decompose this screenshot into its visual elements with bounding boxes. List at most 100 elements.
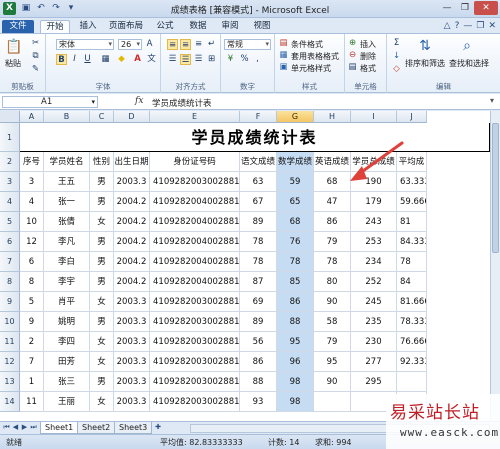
table-cell[interactable]: 78.33333 (397, 312, 427, 332)
table-cell[interactable]: 6 (20, 252, 44, 272)
number-format-select[interactable]: 常规 (224, 39, 271, 50)
formula-input[interactable]: 学员成绩统计表 (152, 97, 212, 109)
table-cell[interactable]: 86 (240, 352, 277, 372)
table-cell[interactable]: 李宇 (44, 272, 90, 292)
table-cell[interactable]: 80 (314, 272, 351, 292)
table-cell[interactable]: 张倩 (44, 212, 90, 232)
table-cell[interactable]: 56 (240, 332, 277, 352)
table-cell[interactable]: 68 (277, 212, 314, 232)
table-cell[interactable]: 41092820030028818 (150, 292, 240, 312)
table-cell[interactable]: 王丽 (44, 392, 90, 412)
sheet-title-cell[interactable]: 学员成绩统计表 (20, 123, 490, 152)
table-cell[interactable]: 95 (277, 332, 314, 352)
column-header[interactable]: I (351, 111, 397, 123)
delete-cells-icon[interactable]: ⊖ (347, 50, 358, 61)
sort-filter-button[interactable]: 排序和筛选 (405, 58, 445, 69)
sort-filter-icon[interactable]: ⇅ (415, 37, 435, 55)
row-header[interactable]: 3 (0, 172, 20, 192)
table-cell[interactable]: 59.66666 (397, 192, 427, 212)
row-header[interactable]: 8 (0, 272, 20, 292)
insert-sheet-icon[interactable]: ✚ (152, 423, 164, 431)
help-icon[interactable]: ? (455, 21, 460, 31)
table-cell[interactable]: 2003.3 (114, 312, 150, 332)
table-cell[interactable]: 2004.2 (114, 232, 150, 252)
table-cell[interactable]: 68 (314, 172, 351, 192)
table-cell[interactable]: 41092820040028812 (150, 192, 240, 212)
table-cell[interactable]: 78 (240, 252, 277, 272)
prev-sheet-icon[interactable]: ◀ (11, 423, 20, 431)
comma-button[interactable]: , (252, 54, 263, 65)
table-cell[interactable]: 63 (240, 172, 277, 192)
header-cell[interactable]: 序号 (20, 152, 44, 172)
excel-app-icon[interactable]: X (3, 2, 16, 15)
table-cell[interactable]: 男 (90, 172, 114, 192)
table-cell[interactable]: 女 (90, 292, 114, 312)
table-cell[interactable]: 李白 (44, 252, 90, 272)
table-cell[interactable]: 190 (351, 172, 397, 192)
table-cell[interactable]: 12 (20, 232, 44, 252)
table-cell[interactable]: 78 (397, 252, 427, 272)
table-cell[interactable]: 78 (277, 252, 314, 272)
table-cell[interactable]: 86 (314, 212, 351, 232)
scroll-thumb[interactable] (492, 123, 499, 253)
next-sheet-icon[interactable]: ▶ (20, 423, 29, 431)
table-cell[interactable]: 89 (240, 212, 277, 232)
format-button[interactable]: 格式 (360, 63, 376, 74)
table-cell[interactable]: 92.33333 (397, 352, 427, 372)
align-center-icon[interactable]: ☰ (180, 54, 191, 65)
table-cell[interactable] (314, 392, 351, 412)
name-box[interactable]: A1 (2, 96, 98, 108)
table-cell[interactable]: 女 (90, 392, 114, 412)
cut-icon[interactable]: ✂ (30, 38, 41, 49)
tab-home[interactable]: 开始 (40, 20, 70, 33)
clear-icon[interactable]: ◇ (391, 64, 402, 75)
window-minimize-icon[interactable]: — (463, 21, 472, 31)
table-cell[interactable]: 235 (351, 312, 397, 332)
row-header[interactable]: 12 (0, 352, 20, 372)
table-cell[interactable]: 88 (240, 372, 277, 392)
table-cell[interactable]: 65 (277, 192, 314, 212)
table-cell[interactable]: 79 (314, 232, 351, 252)
close-icon[interactable]: ✕ (474, 1, 498, 15)
sheet-tab-sheet3[interactable]: Sheet3 (114, 422, 153, 434)
column-header[interactable]: A (20, 111, 44, 123)
phonetic-icon[interactable]: 文 (146, 54, 157, 65)
table-cell[interactable]: 230 (351, 332, 397, 352)
format-cells-icon[interactable]: ▤ (347, 62, 358, 73)
table-cell[interactable]: 女 (90, 212, 114, 232)
row-header[interactable]: 1 (0, 123, 20, 152)
table-cell[interactable]: 张一 (44, 192, 90, 212)
font-size-select[interactable]: 26 (118, 39, 142, 50)
fill-icon[interactable]: ↓ (391, 51, 402, 62)
sheet-tab-sheet1[interactable]: Sheet1 (40, 422, 79, 434)
tab-data[interactable]: 数据 (184, 20, 212, 33)
table-cell[interactable]: 47 (314, 192, 351, 212)
table-cell[interactable]: 肖平 (44, 292, 90, 312)
table-cell[interactable]: 41092820030028818 (150, 392, 240, 412)
column-header[interactable]: C (90, 111, 114, 123)
header-cell[interactable]: 学员总成绩 (351, 152, 397, 172)
currency-icon[interactable]: ¥ (225, 54, 236, 65)
window-restore-icon[interactable]: ❐ (476, 21, 484, 31)
font-color-icon[interactable]: A (132, 54, 143, 65)
row-header[interactable]: 4 (0, 192, 20, 212)
table-cell[interactable]: 252 (351, 272, 397, 292)
header-cell[interactable]: 性别 (90, 152, 114, 172)
table-cell[interactable]: 84.33333 (397, 232, 427, 252)
table-cell[interactable]: 76.66666 (397, 332, 427, 352)
minimize-icon[interactable]: — (438, 1, 456, 15)
table-cell[interactable]: 93 (240, 392, 277, 412)
table-cell[interactable]: 41092820040028812 (150, 212, 240, 232)
table-cell[interactable]: 86 (277, 292, 314, 312)
table-cell[interactable]: 田芳 (44, 352, 90, 372)
table-cell[interactable]: 41092820040028812 (150, 272, 240, 292)
table-cell[interactable] (397, 372, 427, 392)
table-cell[interactable]: 男 (90, 272, 114, 292)
table-cell[interactable]: 男 (90, 312, 114, 332)
header-cell[interactable]: 学员姓名 (44, 152, 90, 172)
table-cell[interactable]: 58 (314, 312, 351, 332)
table-cell[interactable]: 96 (277, 352, 314, 372)
table-cell[interactable]: 8 (20, 272, 44, 292)
table-cell[interactable]: 3 (20, 172, 44, 192)
table-cell[interactable]: 2003.3 (114, 292, 150, 312)
